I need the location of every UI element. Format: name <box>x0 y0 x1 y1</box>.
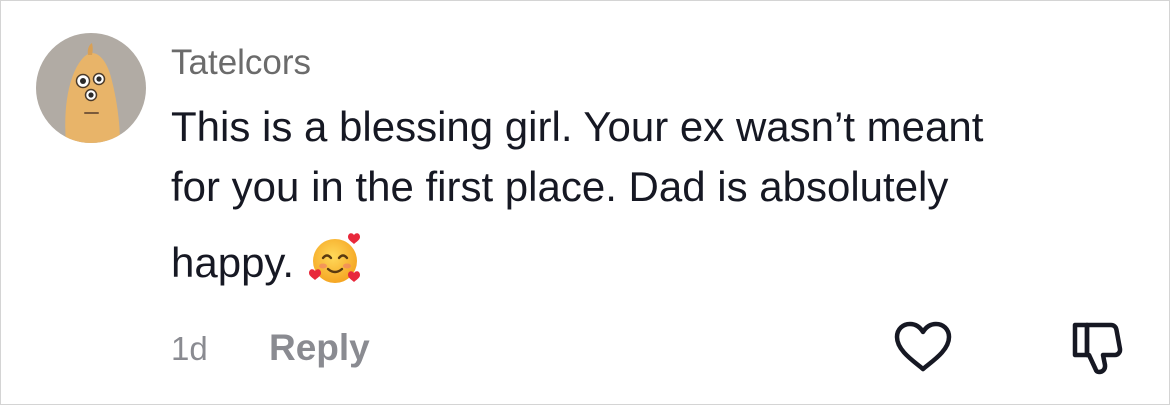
comment-card: Tatelcors This is a blessing girl. Your … <box>0 0 1170 405</box>
comment-username[interactable]: Tatelcors <box>171 41 311 85</box>
comment-text-line: for you in the first place. Dad is absol… <box>171 163 949 210</box>
user-avatar[interactable] <box>36 33 146 143</box>
comment-text: This is a blessing girl. Your ex wasn’t … <box>171 97 1131 293</box>
comment-timestamp: 1d <box>171 330 208 367</box>
heart-outline-icon <box>894 321 952 372</box>
comment-text-line: happy. <box>171 239 294 286</box>
thumbs-down-outline-icon <box>1072 322 1123 375</box>
avatar-image <box>36 33 146 143</box>
like-button[interactable] <box>893 321 953 373</box>
reply-button[interactable]: Reply <box>269 325 370 371</box>
comment-text-line: This is a blessing girl. Your ex wasn’t … <box>171 103 984 150</box>
smiling-face-with-hearts-icon <box>308 231 364 287</box>
dislike-button[interactable] <box>1071 319 1125 375</box>
comment-text-line-last: happy. <box>171 231 1131 293</box>
